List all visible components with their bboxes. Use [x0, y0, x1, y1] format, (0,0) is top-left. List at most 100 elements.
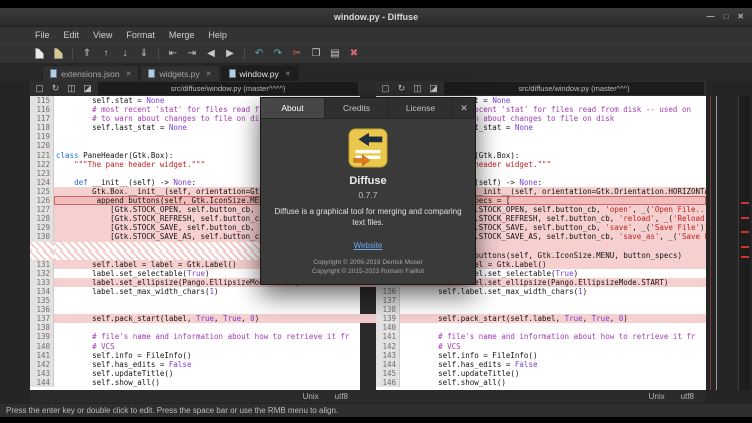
right-pane-title: src/diffuse/window.py (master^^^)	[444, 82, 704, 95]
line-number: 120	[30, 141, 54, 150]
code-line[interactable]: 136 self.label.set_max_width_chars(1)	[376, 287, 706, 296]
code-line[interactable]: 140	[376, 323, 706, 332]
code-line[interactable]: 144 self.has_edits = False	[376, 360, 706, 369]
toolbar-open-file-button[interactable]	[49, 45, 67, 62]
copy-selection-right-icon: ⇥	[188, 49, 196, 59]
code-line[interactable]: 143 self.info = FileInfo()	[376, 351, 706, 360]
toolbar-shift-pane-right-button[interactable]: ▶	[221, 45, 239, 62]
toolbar-cut-button[interactable]: ✂	[288, 45, 306, 62]
code-line[interactable]: 137 self.pack_start(label, True, True, 0…	[30, 314, 360, 323]
line-number: 136	[30, 305, 54, 314]
pane-save-as-button[interactable]: ◪	[426, 82, 441, 95]
pane-open-button[interactable]: ▢	[32, 82, 47, 95]
toolbar-copy-selection-right-button[interactable]: ⇥	[183, 45, 201, 62]
code-line[interactable]: 138	[376, 305, 706, 314]
line-number: 144	[376, 360, 400, 369]
toolbar-last-difference-button[interactable]: ⇓	[135, 45, 153, 62]
code-line[interactable]: 140 # VCS	[30, 342, 360, 351]
line-text: # file's name and information about how …	[54, 332, 360, 341]
title-bar[interactable]: window.py - Diffuse —□✕	[0, 8, 752, 27]
app-description: Diffuse is a graphical tool for merging …	[271, 207, 465, 229]
code-line[interactable]: 141 self.info = FileInfo()	[30, 351, 360, 360]
line-number: 146	[376, 378, 400, 387]
toolbar-redo-button[interactable]: ↷	[269, 45, 287, 62]
previous-difference-icon: ↑	[104, 49, 109, 59]
app-name: Diffuse	[271, 175, 465, 187]
minimize-button[interactable]: —	[706, 13, 714, 21]
line-number: 125	[30, 187, 54, 196]
dialog-close-button[interactable]: ✕	[453, 98, 475, 118]
dialog-tab-license[interactable]: License	[389, 98, 453, 118]
copyright-line-2: Copyright © 2015-2023 Romain Failliot	[271, 267, 465, 277]
line-number: 144	[30, 378, 54, 387]
toolbar-new-file-button[interactable]	[30, 45, 48, 62]
line-text: self.pack_start(self.label, True, True, …	[400, 314, 706, 323]
about-dialog-tabs: AboutCreditsLicense✕	[261, 98, 475, 119]
code-line[interactable]: 143 self.updateTitle()	[30, 369, 360, 378]
diff-map[interactable]	[738, 96, 750, 390]
code-line[interactable]: 142 # VCS	[376, 342, 706, 351]
shift-pane-right-icon: ▶	[226, 49, 234, 59]
pane-reload-button[interactable]: ↻	[394, 82, 409, 95]
code-line[interactable]: 135	[30, 296, 360, 305]
close-button[interactable]: ✕	[737, 13, 744, 21]
maximize-button[interactable]: □	[723, 13, 728, 21]
tab-close-icon[interactable]: ✕	[206, 70, 212, 78]
line-number: 118	[30, 123, 54, 132]
line-number: 131	[30, 260, 54, 269]
app-version: 0.7.7	[271, 190, 465, 200]
pane-reload-button[interactable]: ↻	[48, 82, 63, 95]
toolbar-undo-button[interactable]: ↶	[250, 45, 268, 62]
code-line[interactable]: 139 # file's name and information about …	[30, 332, 360, 341]
window-controls: — □ ✕	[706, 8, 744, 26]
line-text	[400, 323, 706, 332]
menu-help[interactable]: Help	[201, 30, 234, 40]
pane-save-as-button[interactable]: ◪	[80, 82, 95, 95]
line-text: self.info = FileInfo()	[400, 351, 706, 360]
code-line[interactable]: 146 self.show_all()	[376, 378, 706, 387]
tab-widgets.py[interactable]: widgets.py✕	[140, 65, 219, 81]
code-line[interactable]: 144 self.show_all()	[30, 378, 360, 387]
tab-close-icon[interactable]: ✕	[126, 70, 132, 78]
line-number: 143	[376, 351, 400, 360]
open-icon: ▢	[381, 83, 390, 94]
line-text: self.has_edits = False	[400, 360, 706, 369]
pane-save-button[interactable]: ◫	[410, 82, 425, 95]
code-line[interactable]: 136	[30, 305, 360, 314]
tab-label: extensions.json	[61, 69, 120, 79]
website-link[interactable]: Website	[354, 241, 383, 250]
line-number: 135	[30, 296, 54, 305]
code-line[interactable]: 138	[30, 323, 360, 332]
code-line[interactable]: 139 self.pack_start(self.label, True, Tr…	[376, 314, 706, 323]
toolbar-previous-difference-button[interactable]: ↑	[97, 45, 115, 62]
menu-merge[interactable]: Merge	[162, 30, 202, 40]
tab-close-icon[interactable]: ✕	[285, 70, 291, 78]
toolbar-clear-edits-button[interactable]: ✖	[345, 45, 363, 62]
tab-label: window.py	[240, 69, 279, 79]
toolbar-next-difference-button[interactable]: ↓	[116, 45, 134, 62]
line-number	[30, 251, 54, 260]
toolbar-copy-button[interactable]: ❐	[307, 45, 325, 62]
toolbar-copy-selection-left-button[interactable]: ⇤	[164, 45, 182, 62]
menu-file[interactable]: File	[28, 30, 57, 40]
pane-save-button[interactable]: ◫	[64, 82, 79, 95]
tab-extensions.json[interactable]: extensions.json ✕	[42, 65, 139, 81]
code-line[interactable]: 145 self.updateTitle()	[376, 369, 706, 378]
toolbar-shift-pane-left-button[interactable]: ◀	[202, 45, 220, 62]
tab-window.py[interactable]: window.py ✕	[221, 65, 299, 81]
menu-view[interactable]: View	[86, 30, 119, 40]
code-line[interactable]: 134 label.set_max_width_chars(1)	[30, 287, 360, 296]
line-number: 142	[30, 360, 54, 369]
dialog-tab-about[interactable]: About	[261, 98, 325, 118]
dialog-tab-credits[interactable]: Credits	[325, 98, 389, 118]
menu-edit[interactable]: Edit	[57, 30, 87, 40]
toolbar-first-difference-button[interactable]: ⇑	[78, 45, 96, 62]
pane-open-button[interactable]: ▢	[378, 82, 393, 95]
code-line[interactable]: 137	[376, 296, 706, 305]
code-line[interactable]: 142 self.has_edits = False	[30, 360, 360, 369]
toolbar-paste-button[interactable]: ▤	[326, 45, 344, 62]
line-number: 119	[30, 132, 54, 141]
menu-format[interactable]: Format	[119, 30, 162, 40]
toolbar-separator	[72, 48, 73, 60]
code-line[interactable]: 141 # file's name and information about …	[376, 332, 706, 341]
